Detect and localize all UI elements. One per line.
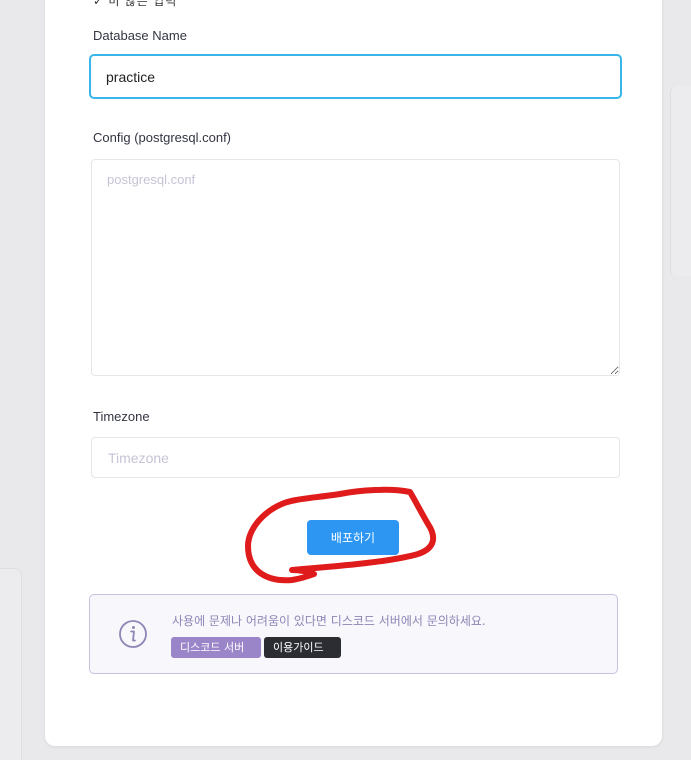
database-name-label: Database Name (93, 28, 187, 43)
deploy-button[interactable]: 배포하기 (307, 520, 399, 555)
timezone-label: Timezone (93, 409, 150, 424)
clipped-heading: ✓ 미 않은 입력 (93, 0, 178, 8)
background-panel-left (0, 568, 22, 760)
config-textarea[interactable] (91, 159, 620, 376)
config-label: Config (postgresql.conf) (93, 130, 232, 145)
user-guide-link[interactable]: 이용가이드 (264, 637, 341, 658)
background-panel-right (670, 86, 691, 276)
discord-server-link[interactable]: 디스코드 서버 (171, 637, 261, 658)
info-circle-icon (119, 620, 147, 648)
timezone-input[interactable] (91, 437, 620, 478)
help-info-box: 사용에 문제나 어려움이 있다면 디스코드 서버에서 문의하세요. 디스코드 서… (89, 594, 618, 674)
database-name-input[interactable] (89, 54, 622, 99)
help-message: 사용에 문제나 어려움이 있다면 디스코드 서버에서 문의하세요. (172, 614, 486, 628)
